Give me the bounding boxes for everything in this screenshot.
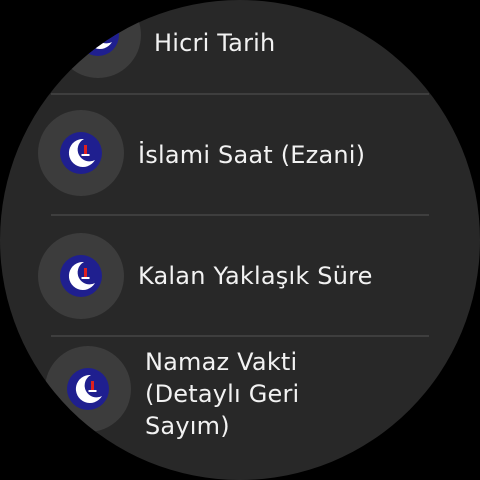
app-icon-container [45, 346, 131, 432]
crescent-moon-icon [60, 132, 102, 174]
crescent-moon-icon [67, 368, 109, 410]
list-item-namaz-vakti[interactable]: Namaz Vakti (Detaylı Geri Sayım) [0, 336, 480, 480]
list-item-label-line: Namaz Vakti [145, 348, 298, 376]
list-item-label: Kalan Yaklaşık Süre [138, 262, 373, 290]
list-item-label-line: (Detaylı Geri [145, 380, 300, 408]
list-item-label: Hicri Tarih [154, 29, 276, 57]
list-item-kalan-sure[interactable]: Kalan Yaklaşık Süre [0, 215, 480, 335]
app-icon-container [38, 110, 124, 196]
watch-screen: Hicri Tarih İslami Saat (Ezani) Kalan Ya… [0, 0, 480, 480]
list-item-label-line: Sayım) [145, 412, 230, 440]
app-icon-container [38, 233, 124, 319]
list-item-islami-saat[interactable]: İslami Saat (Ezani) [0, 94, 480, 214]
list-item-label: İslami Saat (Ezani) [138, 141, 366, 169]
list-item-hicri-tarih[interactable]: Hicri Tarih [0, 0, 480, 94]
app-icon-container [55, 0, 141, 78]
crescent-moon-icon [77, 14, 119, 56]
crescent-moon-icon [60, 255, 102, 297]
